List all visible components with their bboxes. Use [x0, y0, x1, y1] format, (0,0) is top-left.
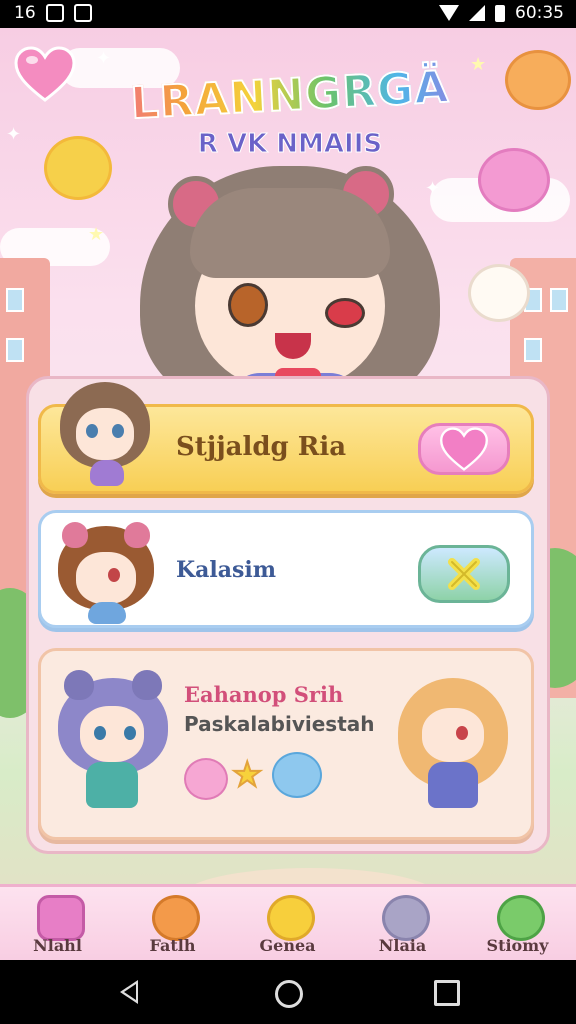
battery-icon — [495, 4, 505, 22]
chibi-eye — [456, 726, 468, 740]
home-icon[interactable] — [275, 980, 303, 1008]
sparkle-icon: ✦ — [6, 124, 22, 145]
hero-eye-right-wink — [325, 298, 365, 328]
status-left-text: 16 — [14, 3, 36, 23]
chibi-body — [90, 460, 124, 486]
nav-item-2[interactable]: Fatlh — [115, 887, 230, 963]
chibi-face — [422, 708, 484, 762]
card-3-title: Eahanop Srih — [184, 682, 344, 707]
building-window — [524, 338, 542, 362]
nav-item-1[interactable]: Nlahl — [0, 887, 115, 963]
yellow-mascot-icon — [44, 136, 112, 200]
orange-mascot-icon — [505, 50, 571, 110]
sparkle-icon: ✦ — [96, 48, 112, 69]
smile-face-icon — [267, 895, 315, 941]
building-window — [550, 288, 568, 312]
white-cat-mascot-icon — [468, 264, 530, 322]
green-pet-icon — [497, 895, 545, 941]
heart-icon — [440, 427, 488, 471]
back-icon-inner — [124, 984, 136, 1000]
app-notification-icon — [73, 4, 92, 22]
nav-label: Fatlh — [149, 936, 196, 955]
chibi-eye — [86, 424, 98, 438]
sparkle-icon: ★ — [88, 224, 105, 245]
sparkle-icon: ★ — [470, 54, 487, 75]
chibi-cat-ear — [64, 670, 94, 700]
status-bar: 16 60:35 — [0, 0, 576, 28]
card-3-subtitle: Paskalabiviestah — [184, 712, 375, 736]
chibi-eye — [124, 726, 136, 740]
hero-bangs — [190, 188, 390, 278]
blue-blob-icon — [272, 752, 322, 798]
nav-item-5[interactable]: Stiomy — [460, 887, 575, 963]
favorite-button[interactable] — [418, 423, 510, 475]
chibi-body — [88, 602, 126, 624]
signal-icon — [469, 5, 485, 21]
chibi-cat-ear — [62, 522, 88, 548]
wifi-icon — [439, 5, 459, 21]
chibi-eye — [94, 726, 106, 740]
building-window — [6, 338, 24, 362]
chibi-cat-ear — [124, 522, 150, 548]
close-x-icon — [448, 558, 480, 590]
nav-label: Nlaia — [378, 936, 427, 955]
nav-label: Genea — [259, 936, 316, 955]
orange-pet-icon — [152, 895, 200, 941]
building-window — [6, 288, 24, 312]
nav-label: Nlahl — [33, 936, 82, 955]
card-2-label: Kalasim — [176, 557, 277, 583]
heart-icon[interactable] — [14, 46, 76, 102]
chibi-face — [76, 552, 136, 604]
chibi-cat-ear — [132, 670, 162, 700]
play-icon — [37, 895, 85, 941]
chibi-face — [76, 408, 134, 460]
logo-line-1: LRANNGRGÄ — [109, 59, 471, 134]
gray-cat-icon — [382, 895, 430, 941]
recent-apps-icon[interactable] — [434, 980, 460, 1006]
hero-eye-left — [228, 283, 268, 327]
nav-label: Stiomy — [486, 936, 549, 955]
chibi-body — [86, 762, 138, 808]
chibi-eye — [108, 568, 120, 582]
star-icon: ★ — [231, 755, 264, 795]
status-time: 60:35 — [515, 3, 564, 23]
pink-mascot-icon — [478, 148, 550, 212]
chibi-eye — [112, 424, 124, 438]
image-notification-icon — [45, 4, 64, 22]
game-bottom-nav: Nlahl Fatlh Genea Nlaia Stiomy — [0, 884, 576, 963]
pink-blob-icon — [184, 758, 228, 800]
chibi-body — [428, 762, 478, 808]
card-1-label: Stjjaldg Ria — [176, 432, 347, 462]
nav-item-3[interactable]: Genea — [230, 887, 345, 963]
close-button[interactable] — [418, 545, 510, 603]
nav-item-4[interactable]: Nlaia — [345, 887, 460, 963]
